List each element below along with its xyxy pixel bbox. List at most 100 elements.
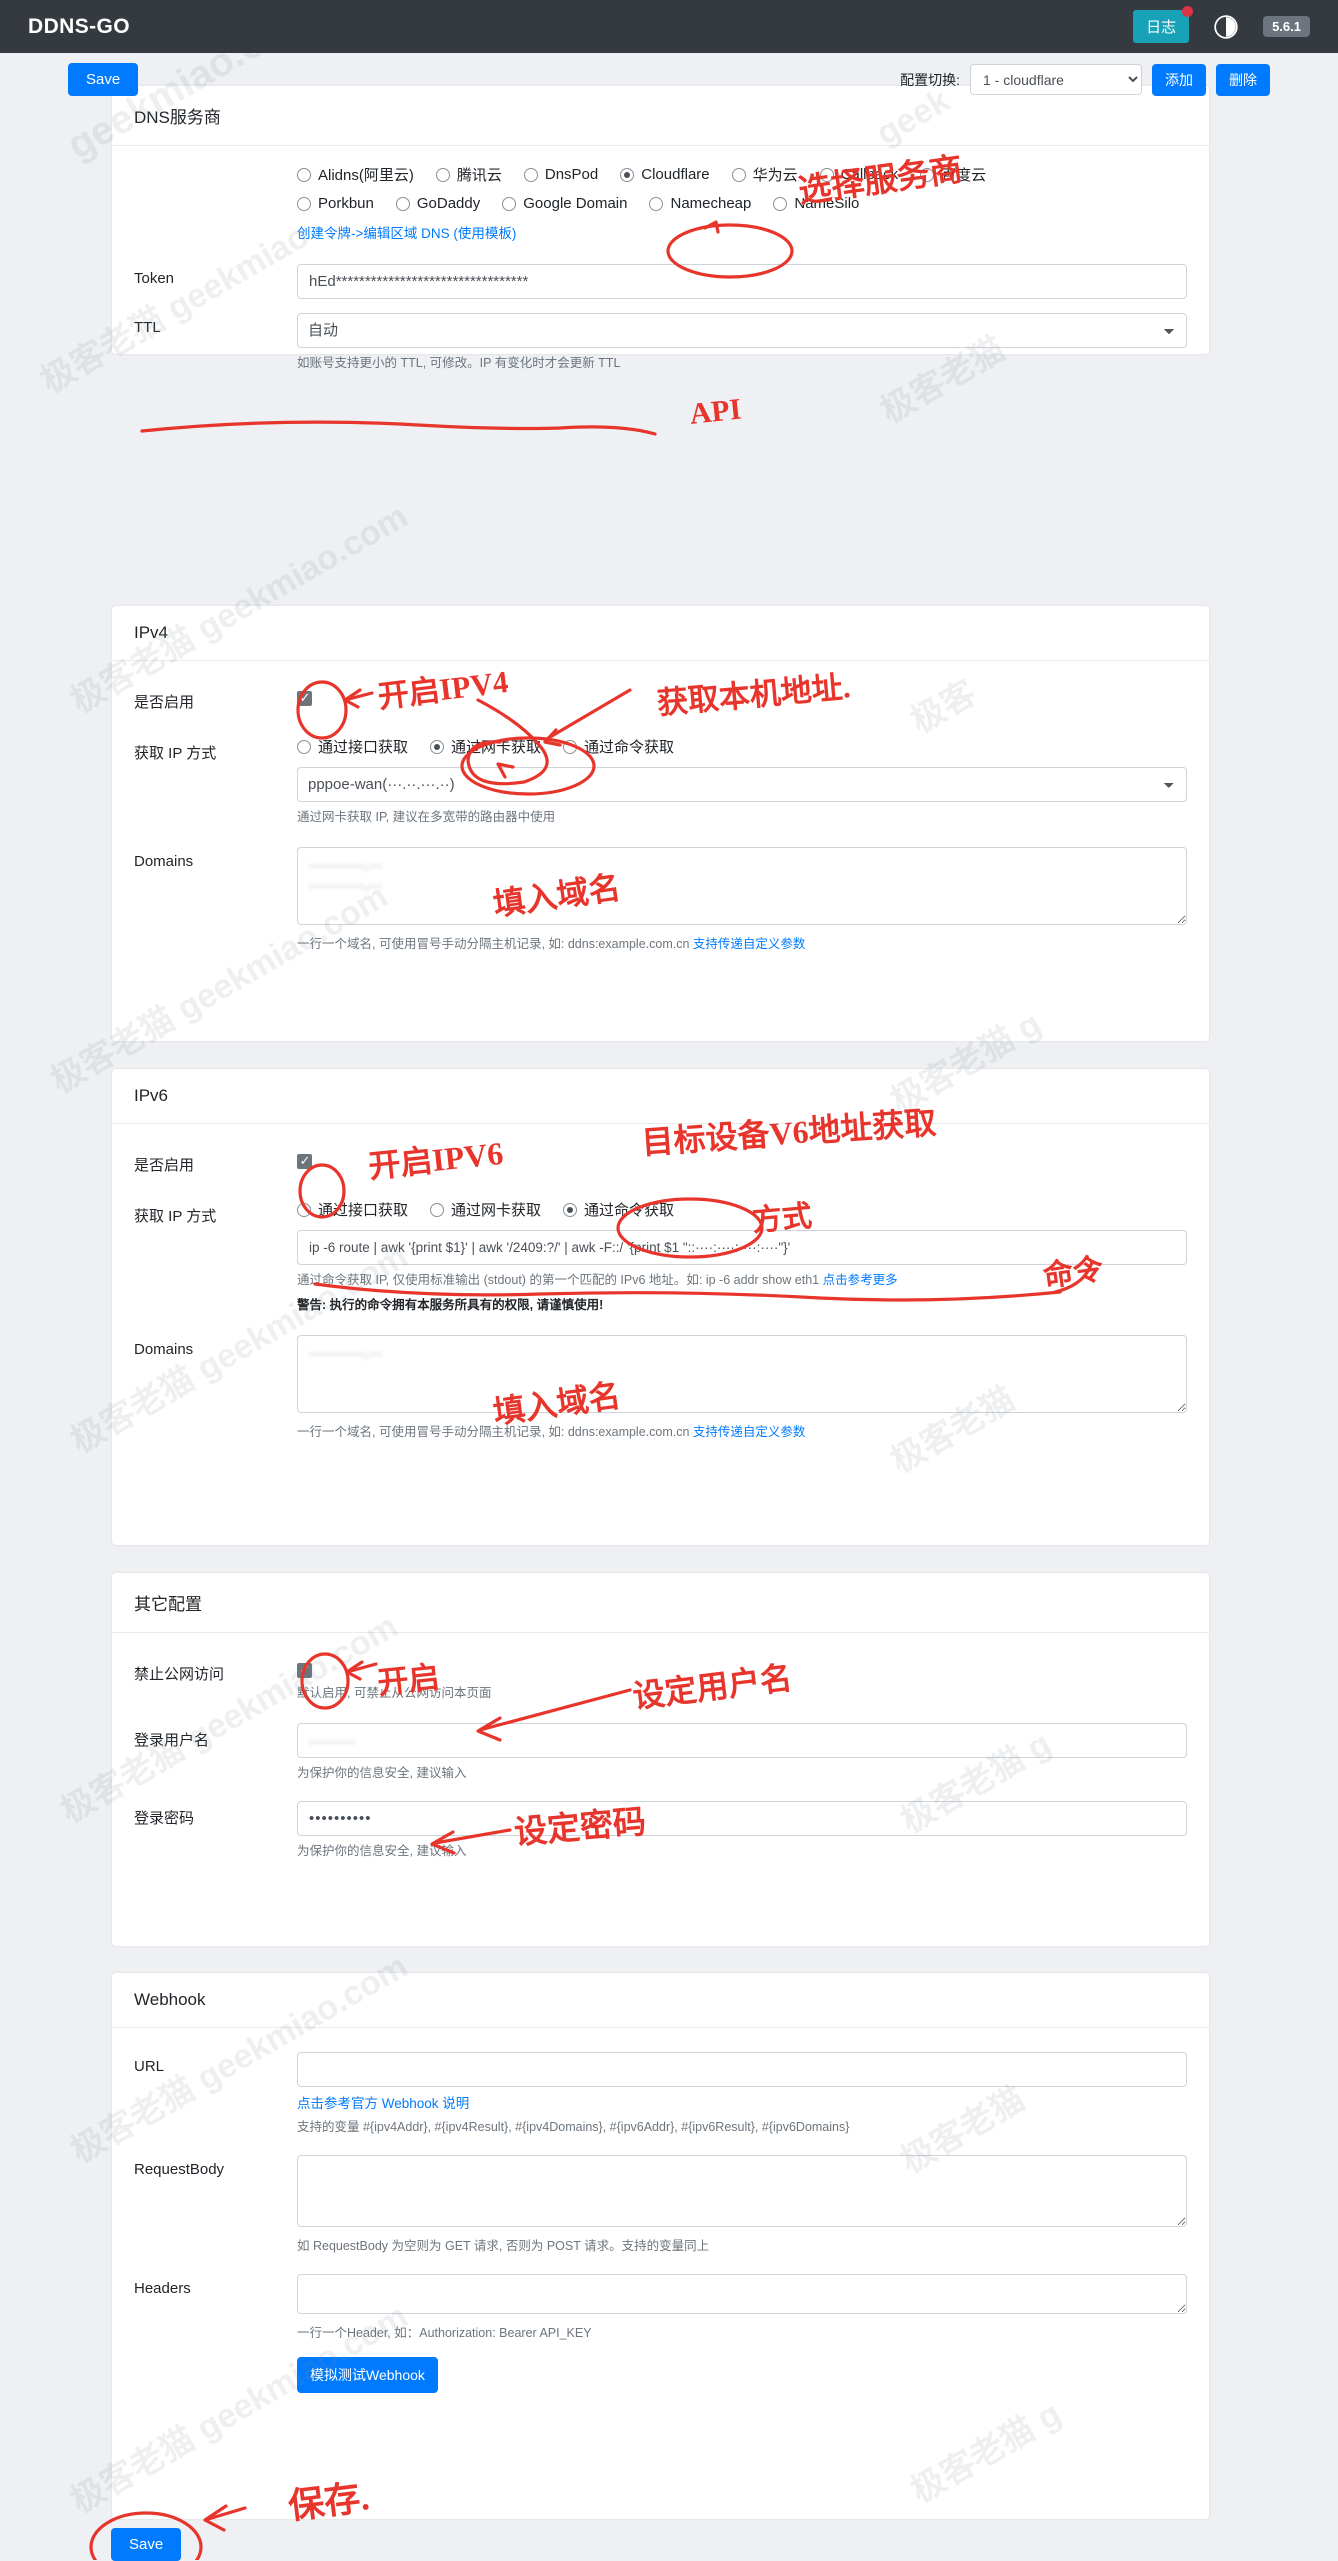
radio-icon — [731, 167, 746, 182]
add-config-button[interactable]: 添加 — [1152, 63, 1206, 96]
ipv4-method-nic[interactable]: 通过网卡获取 — [430, 736, 541, 757]
provider-option-tencent[interactable]: 腾讯云 — [435, 164, 502, 185]
create-token-link[interactable]: 创建令牌->编辑区域 DNS (使用模板) — [297, 226, 516, 241]
save-button-bottom[interactable]: Save — [111, 2528, 182, 2561]
token-label: Token — [134, 270, 175, 287]
radio-icon — [523, 167, 538, 182]
radio-icon-selected — [430, 739, 445, 754]
ipv4-method-row: 通过接口获取 通过网卡获取 通过命令获取 — [297, 736, 1187, 767]
radio-icon — [502, 196, 517, 211]
ipv6-title: IPv6 — [112, 1069, 1209, 1124]
ipv4-enable-checkbox[interactable] — [297, 689, 312, 707]
radio-icon-selected — [620, 167, 635, 182]
config-switch-label: 配置切换: — [900, 71, 960, 88]
provider-option-godaddy[interactable]: GoDaddy — [395, 195, 480, 212]
ipv4-method-command[interactable]: 通过命令获取 — [563, 736, 674, 757]
login-username-input[interactable] — [297, 1723, 1187, 1758]
ipv6-method-label: 通过网卡获取 — [451, 1202, 542, 1219]
ipv4-domains-textarea[interactable] — [297, 847, 1187, 925]
provider-label: Callback — [840, 166, 899, 183]
dns-provider-spacer — [134, 164, 297, 187]
top-toolbar: Save 配置切换: 1 - cloudflare 添加 删除 — [0, 53, 1338, 106]
dns-provider-card: DNS服务商 Alidns(阿里云) 腾讯云 DnsPod Cloudflare… — [111, 85, 1210, 370]
provider-label: Porkbun — [318, 195, 374, 212]
radio-icon — [773, 196, 788, 211]
ttl-label: TTL — [134, 319, 161, 336]
save-button-top[interactable]: Save — [68, 63, 139, 96]
ipv4-get-ip-label: 获取 IP 方式 — [134, 745, 217, 762]
webhook-headers-hint: 一行一个Header, 如：Authorization: Bearer API_… — [297, 2325, 592, 2340]
webhook-url-label: URL — [134, 2058, 165, 2075]
top-navbar: DDNS-GO 日志 5.6.1 — [0, 0, 1338, 53]
provider-option-huawei[interactable]: 华为云 — [731, 164, 798, 185]
ipv6-enable-checkbox[interactable] — [297, 1152, 312, 1170]
ttl-select[interactable]: 自动 — [297, 313, 1187, 348]
ipv6-command-input[interactable] — [297, 1230, 1187, 1265]
webhook-url-input[interactable] — [297, 2052, 1187, 2087]
login-password-input[interactable] — [297, 1801, 1187, 1836]
radio-icon — [297, 167, 311, 182]
ipv4-card: IPv4 是否启用 获取 IP 方式 通过接口获取 通过网卡获取 通过命令获取 … — [111, 605, 1210, 1042]
provider-label: 华为云 — [752, 167, 798, 184]
version-badge: 5.6.1 — [1263, 16, 1310, 37]
provider-label: NameSilo — [794, 195, 860, 212]
theme-toggle-icon[interactable] — [1213, 14, 1239, 40]
ipv4-nic-hint: 通过网卡获取 IP, 建议在多宽带的路由器中使用 — [297, 810, 556, 824]
provider-option-namesilo[interactable]: NameSilo — [773, 195, 859, 212]
provider-option-dnspod[interactable]: DnsPod — [523, 166, 598, 183]
block-wan-checkbox[interactable] — [297, 1661, 312, 1679]
footer-toolbar: Save — [111, 2528, 182, 2561]
other-config-card: 其它配置 禁止公网访问 默认启用, 可禁止从公网访问本页面 登录用户名 ····… — [111, 1572, 1210, 1947]
provider-option-google-domain[interactable]: Google Domain — [502, 195, 627, 212]
test-webhook-button[interactable]: 模拟测试Webhook — [297, 2356, 438, 2393]
provider-label: Alidns(阿里云) — [318, 167, 414, 184]
webhook-body-label: RequestBody — [134, 2160, 225, 2178]
provider-option-alidns[interactable]: Alidns(阿里云) — [297, 164, 414, 185]
provider-option-callback[interactable]: Callback — [819, 166, 899, 183]
ipv4-domains-params-link[interactable]: 支持传递自定义参数 — [693, 937, 806, 951]
provider-option-baidu[interactable]: 百度云 — [920, 164, 986, 185]
block-wan-hint: 默认启用, 可禁止从公网访问本页面 — [297, 1686, 492, 1700]
webhook-test-spacer — [134, 2357, 297, 2380]
ipv6-method-row: 通过接口获取 通过网卡获取 通过命令获取 — [297, 1199, 1187, 1230]
ipv4-title: IPv4 — [112, 606, 1209, 661]
log-button[interactable]: 日志 — [1133, 6, 1194, 43]
webhook-vars-hint: 支持的变量 #{ipv4Addr}, #{ipv4Result}, #{ipv4… — [297, 2119, 850, 2134]
other-config-title: 其它配置 — [112, 1573, 1209, 1633]
config-select[interactable]: 1 - cloudflare — [970, 64, 1142, 95]
ipv4-method-label: 通过接口获取 — [318, 739, 409, 756]
provider-option-namecheap[interactable]: Namecheap — [649, 195, 751, 212]
webhook-url-link-wrap: 点击参考官方 Webhook 说明 — [297, 2093, 1187, 2115]
ipv6-method-command[interactable]: 通过命令获取 — [563, 1199, 674, 1220]
provider-label: Namecheap — [670, 195, 752, 212]
ipv6-method-label: 通过接口获取 — [318, 1202, 409, 1219]
login-password-label: 登录密码 — [134, 1810, 195, 1827]
provider-label: Cloudflare — [641, 166, 710, 183]
provider-option-cloudflare[interactable]: Cloudflare — [620, 166, 710, 183]
provider-label: 百度云 — [941, 167, 987, 184]
ipv6-domains-hint: 一行一个域名, 可使用冒号手动分隔主机记录, 如: ddns:example.c… — [297, 1422, 1187, 1442]
login-password-hint: 为保护你的信息安全, 建议输入 — [297, 1844, 467, 1858]
token-input[interactable] — [297, 264, 1187, 299]
webhook-headers-textarea[interactable] — [297, 2273, 1187, 2314]
ipv4-method-interface[interactable]: 通过接口获取 — [297, 736, 408, 757]
delete-config-button[interactable]: 删除 — [1216, 63, 1270, 96]
provider-label: 腾讯云 — [456, 167, 502, 184]
ipv4-nic-select[interactable]: pppoe-wan(···.··.···.··) — [297, 767, 1187, 802]
ipv6-command-more-link[interactable]: 点击参考更多 — [823, 1273, 898, 1287]
ipv4-enable-label: 是否启用 — [134, 694, 195, 711]
webhook-body-hint: 如 RequestBody 为空则为 GET 请求, 否则为 POST 请求。支… — [297, 2238, 710, 2253]
ipv6-domains-textarea[interactable] — [297, 1335, 1187, 1413]
radio-icon-selected — [563, 1202, 578, 1217]
ipv4-domains-hint: 一行一个域名, 可使用冒号手动分隔主机记录, 如: ddns:example.c… — [297, 934, 1187, 954]
radio-icon — [297, 739, 311, 754]
ipv4-domains-hint-text: 一行一个域名, 可使用冒号手动分隔主机记录, 如: ddns:example.c… — [297, 937, 690, 951]
provider-option-porkbun[interactable]: Porkbun — [297, 195, 374, 212]
radio-icon — [430, 1202, 445, 1217]
ipv6-method-nic[interactable]: 通过网卡获取 — [430, 1199, 541, 1220]
ipv6-method-interface[interactable]: 通过接口获取 — [297, 1199, 408, 1220]
webhook-body-textarea[interactable] — [297, 2154, 1187, 2227]
ipv6-enable-label: 是否启用 — [134, 1157, 195, 1174]
webhook-doc-link[interactable]: 点击参考官方 Webhook 说明 — [297, 2096, 469, 2111]
ipv6-domains-params-link[interactable]: 支持传递自定义参数 — [693, 1425, 806, 1439]
